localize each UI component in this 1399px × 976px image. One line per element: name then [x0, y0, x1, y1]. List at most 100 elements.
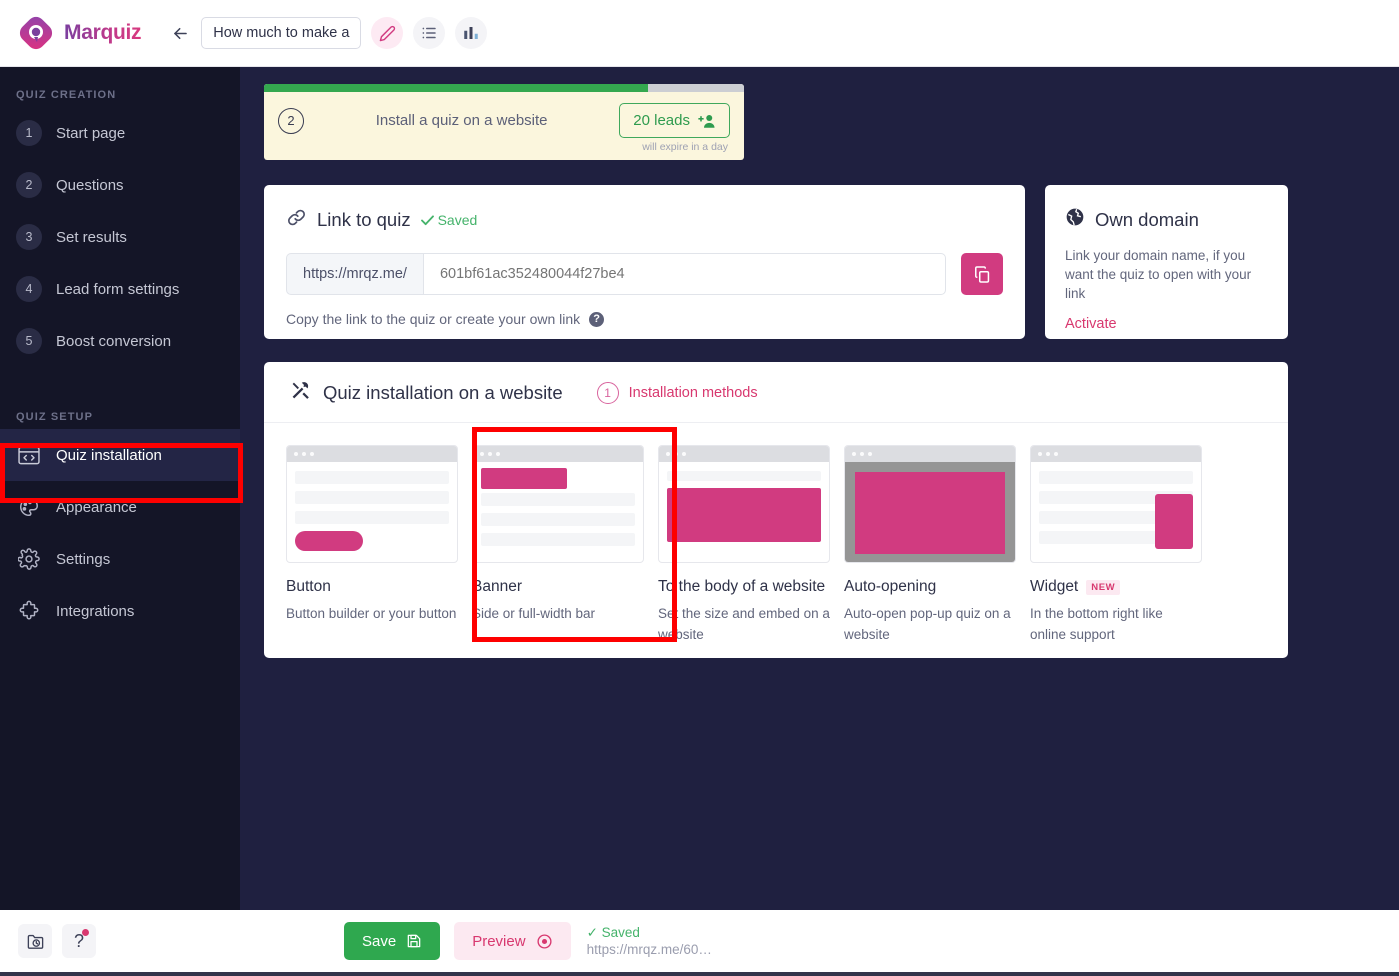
link-card-title: Link to quiz — [317, 209, 411, 230]
step-number: 5 — [16, 328, 42, 354]
sidebar-item-settings[interactable]: Settings — [0, 533, 240, 585]
sidebar-item-appearance[interactable]: Appearance — [0, 481, 240, 533]
quiz-slug-input[interactable] — [422, 253, 946, 295]
link-card-hint: Copy the link to the quiz or create your… — [286, 311, 581, 327]
methods-label: Installation methods — [628, 385, 758, 401]
method-title: To the body of a website — [658, 578, 826, 595]
new-badge: NEW — [1086, 579, 1121, 595]
sidebar-item-start-page[interactable]: 1 Start page — [0, 107, 240, 159]
domain-card-title: Own domain — [1095, 208, 1199, 230]
sidebar-item-integrations[interactable]: Integrations — [0, 585, 240, 637]
sidebar-item-label: Integrations — [56, 602, 135, 620]
method-card-banner[interactable]: Banner Side or full-width bar — [472, 445, 644, 645]
history-button[interactable] — [18, 924, 52, 958]
save-status-saved: ✓ Saved — [586, 925, 640, 940]
link-saved-status: Saved — [420, 212, 478, 228]
tools-icon — [290, 380, 311, 406]
back-button[interactable] — [165, 18, 196, 48]
sidebar-item-label: Quiz installation — [56, 446, 162, 464]
add-user-icon — [698, 114, 715, 128]
preview-button[interactable]: Preview — [454, 922, 571, 960]
sidebar-item-quiz-installation[interactable]: Quiz installation — [0, 429, 240, 481]
method-thumbnail — [1030, 445, 1202, 563]
statistics-button[interactable] — [455, 17, 488, 49]
floppy-disk-icon — [407, 934, 421, 948]
quiz-installation-card: Quiz installation on a website 1 Install… — [264, 362, 1288, 658]
method-card-body-of-website[interactable]: To the body of a website Set the size an… — [658, 445, 830, 645]
footer-strip — [0, 972, 1399, 976]
eye-icon — [537, 933, 552, 949]
method-title: Banner — [472, 578, 522, 595]
palette-icon — [16, 494, 42, 520]
sidebar-group-quiz-setup: QUIZ SETUP — [16, 411, 94, 423]
install-card-title: Quiz installation on a website — [323, 382, 563, 403]
thumb-accent-shape — [481, 468, 567, 489]
method-card-widget[interactable]: Widget NEW In the bottom right like onli… — [1030, 445, 1202, 645]
method-description: Button builder or your button — [286, 606, 457, 621]
copy-link-button[interactable] — [961, 253, 1003, 295]
activate-domain-link[interactable]: Activate — [1065, 316, 1117, 332]
sidebar-item-lead-form-settings[interactable]: 4 Lead form settings — [0, 263, 240, 315]
method-card-button[interactable]: Button Button builder or your button — [286, 445, 458, 645]
onboarding-text: Install a quiz on a website — [375, 112, 548, 129]
method-card-auto-opening[interactable]: Auto-opening Auto-open pop-up quiz on a … — [844, 445, 1016, 645]
brand-logo[interactable]: Marquiz — [18, 15, 142, 51]
quiz-list-button[interactable] — [413, 17, 446, 49]
step-number: 3 — [16, 224, 42, 250]
folder-clock-icon — [27, 934, 43, 949]
sidebar-item-set-results[interactable]: 3 Set results — [0, 211, 240, 263]
step-number: 2 — [16, 172, 42, 198]
puzzle-icon — [16, 598, 42, 624]
thumb-accent-shape — [667, 488, 821, 542]
save-status-url: https://mrqz.me/60… — [586, 942, 712, 957]
sidebar-item-label: Boost conversion — [56, 332, 172, 350]
sidebar-item-label: Questions — [56, 176, 124, 194]
method-title-text: Widget — [1030, 578, 1079, 595]
sidebar-item-boost-conversion[interactable]: 5 Boost conversion — [0, 315, 240, 367]
sidebar-item-label: Set results — [56, 228, 127, 246]
method-title: Auto-opening — [844, 578, 937, 595]
sidebar-item-label: Appearance — [56, 498, 137, 516]
quiz-title-input[interactable]: How much to make a — [201, 17, 362, 49]
sidebar-item-label: Settings — [56, 550, 111, 568]
own-domain-card: Own domain Link your domain name, if you… — [1045, 185, 1288, 339]
thumb-accent-shape — [855, 472, 1005, 554]
copy-icon — [974, 265, 989, 283]
step-number: 4 — [16, 276, 42, 302]
sidebar-item-label: Lead form settings — [56, 280, 180, 298]
saved-label: Saved — [437, 212, 478, 228]
method-thumbnail — [286, 445, 458, 563]
save-status: ✓ Saved https://mrqz.me/60… — [587, 924, 712, 958]
notification-dot — [82, 929, 89, 936]
installation-methods-link[interactable]: 1 Installation methods — [596, 382, 758, 404]
thumb-accent-shape — [1155, 494, 1193, 549]
method-description: Set the size and embed on a website — [658, 606, 830, 642]
arrow-left-icon — [173, 27, 187, 39]
sidebar-group-quiz-creation: QUIZ CREATION — [16, 89, 117, 101]
leads-label: 20 leads — [633, 112, 690, 129]
edit-quiz-button[interactable] — [371, 17, 404, 49]
method-description: In the bottom right like online support — [1030, 606, 1163, 642]
save-button[interactable]: Save — [344, 922, 441, 960]
leads-button[interactable]: 20 leads — [619, 103, 730, 138]
preview-label: Preview — [472, 932, 526, 950]
sidebar-item-label: Start page — [56, 124, 126, 142]
globe-icon — [1065, 207, 1085, 232]
link-icon — [286, 207, 307, 233]
sidebar-item-questions[interactable]: 2 Questions — [0, 159, 240, 211]
save-label: Save — [362, 932, 397, 950]
onboarding-step-number: 2 — [278, 107, 304, 134]
help-button[interactable]: ? — [62, 924, 96, 958]
sidebar: QUIZ CREATION 1 Start page 2 Questions 3… — [0, 67, 240, 910]
domain-card-description: Link your domain name, if you want the q… — [1065, 248, 1252, 301]
progress-fill — [264, 84, 648, 92]
method-description: Auto-open pop-up quiz on a website — [844, 606, 1011, 642]
globe-glyph — [1066, 208, 1084, 226]
list-icon — [423, 27, 437, 39]
pencil-icon — [379, 25, 396, 41]
method-description: Side or full-width bar — [472, 606, 596, 621]
bottom-bar: ? Save Preview ✓ Saved https://mrqz.me/6… — [0, 910, 1399, 972]
hammer-wrench-icon — [292, 382, 309, 399]
question-mark-icon[interactable]: ? — [589, 311, 605, 327]
method-thumbnail — [472, 445, 644, 563]
